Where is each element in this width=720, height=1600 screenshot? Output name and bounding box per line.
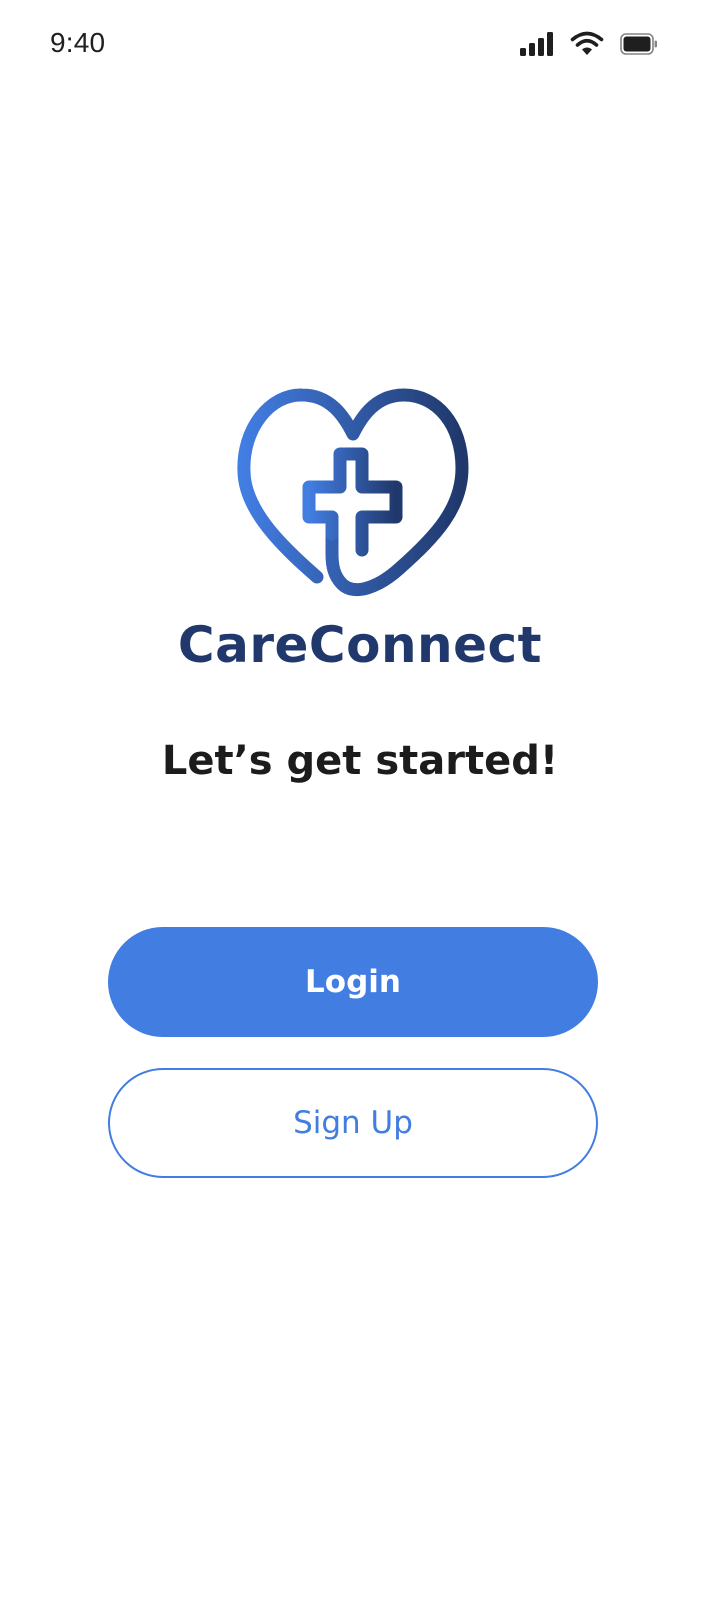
wifi-icon: [570, 31, 604, 57]
cellular-signal-icon: [520, 32, 554, 56]
heart-cross-icon: [230, 384, 476, 604]
battery-icon: [620, 33, 658, 55]
app-logo: [230, 384, 476, 604]
status-bar: 9:40: [0, 0, 720, 90]
login-button[interactable]: Login: [108, 927, 598, 1037]
page-title: Let’s get started!: [161, 738, 559, 784]
status-icons: [520, 30, 658, 58]
status-time: 9:40: [50, 27, 106, 58]
sign-up-button[interactable]: Sign Up: [108, 1068, 598, 1178]
app-name: CareConnect: [177, 616, 543, 674]
